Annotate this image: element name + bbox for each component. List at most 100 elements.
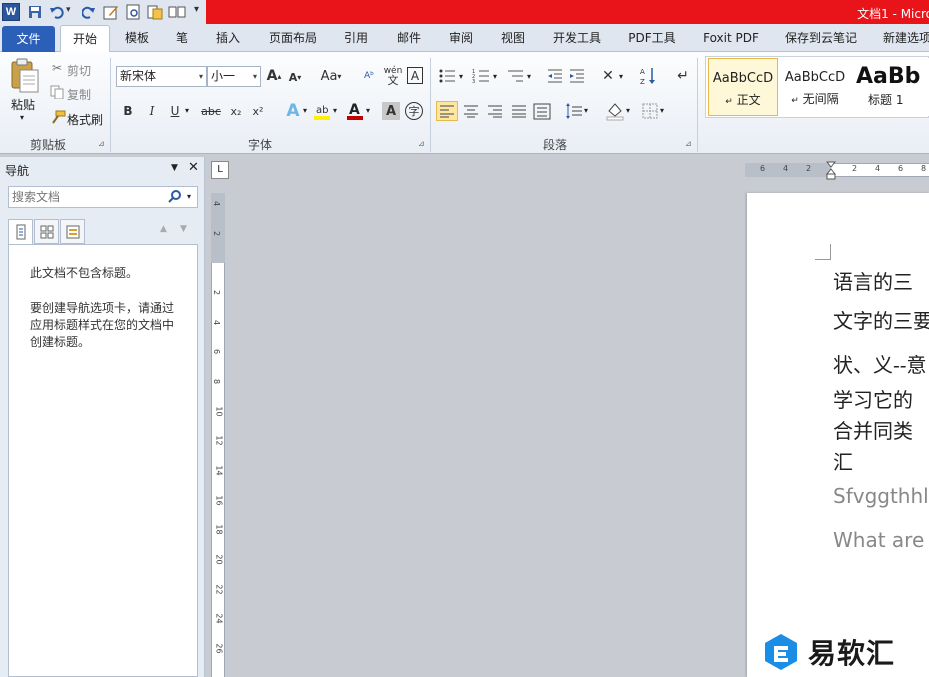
tab-mailings[interactable]: 邮件 [388,24,430,52]
document-icon[interactable] [146,3,164,21]
copy-icon[interactable] [50,85,64,100]
numbering-dropdown-icon[interactable]: ▾ [493,72,497,81]
clipboard-launcher-icon[interactable]: ⊿ [98,139,105,148]
underline-dropdown-icon[interactable]: ▾ [185,106,189,115]
tab-save-cloud-notes[interactable]: 保存到云笔记 [778,24,864,52]
tab-foxit-pdf[interactable]: Foxit PDF [696,24,766,52]
shading-dropdown-icon[interactable]: ▾ [626,106,630,115]
clear-format-icon[interactable]: Aᵇ [360,67,378,85]
tab-new-options[interactable]: 新建选项 [876,24,929,52]
superscript-icon[interactable]: x² [249,103,267,119]
text-effects-icon[interactable]: A [282,101,304,121]
style-heading-1[interactable]: AaBb 标题 1 [852,58,929,116]
tab-file[interactable]: 文件 [2,26,55,52]
document-line-8[interactable]: What are [833,528,929,552]
line-spacing-dropdown-icon[interactable]: ▾ [584,106,588,115]
style-no-spacing[interactable]: AaBbCcD ↵ 无间隔 [780,58,850,116]
distributed-icon[interactable] [533,102,551,120]
tab-home[interactable]: 开始 [60,25,110,53]
font-color-dropdown-icon[interactable]: ▾ [366,106,370,115]
shading-icon[interactable] [605,101,625,121]
nav-pane-options-icon[interactable]: ▼ [171,163,178,173]
align-center-icon[interactable] [462,102,480,120]
paste-icon[interactable] [8,58,40,94]
print-preview-icon[interactable] [124,3,142,21]
paste-button[interactable]: 粘贴 [11,96,35,113]
customize-quick-access-icon[interactable]: ▾ [194,4,199,15]
indent-marker-icon[interactable] [825,161,837,181]
sort-icon[interactable]: AZ [640,66,658,86]
cut-icon[interactable]: ✂ [50,61,64,75]
font-size-dropdown-icon[interactable]: ▾ [253,67,257,86]
tab-view[interactable]: 视图 [492,24,534,52]
tab-page-layout[interactable]: 页面布局 [262,24,324,52]
italic-icon[interactable]: I [144,103,160,119]
borders-icon[interactable] [641,102,659,120]
nav-tab-headings[interactable] [8,219,33,244]
nav-tab-results[interactable] [60,219,85,244]
character-shading-icon[interactable]: A [382,102,400,120]
borders-dropdown-icon[interactable]: ▾ [660,106,664,115]
line-spacing-icon[interactable] [565,102,583,120]
document-line-5[interactable]: 合并同类 [833,415,929,444]
align-left-button[interactable] [436,101,458,121]
underline-icon[interactable]: U [167,103,183,119]
paste-dropdown-icon[interactable]: ▾ [20,113,24,122]
chinese-layout-icon[interactable]: ✕ [598,67,618,85]
character-border-icon[interactable]: A [407,67,423,84]
tab-review[interactable]: 审阅 [440,24,482,52]
nav-tab-pages[interactable] [34,219,59,244]
align-right-icon[interactable] [486,102,504,120]
document-line-4[interactable]: 学习它的 [833,384,929,413]
tab-selector[interactable]: L [211,161,229,179]
edit-icon[interactable] [102,3,120,21]
document-line-2[interactable]: 文字的三要 [833,305,929,334]
cut-button[interactable]: 剪切 [67,62,91,79]
document-line-1[interactable]: 语言的三 [833,266,929,295]
document-line-6[interactable]: 汇 [833,446,929,475]
document-line-7[interactable]: Sfvggthhl [833,484,929,508]
multilevel-dropdown-icon[interactable]: ▾ [527,72,531,81]
copy-button[interactable]: 复制 [67,86,91,103]
increase-indent-icon[interactable] [568,68,586,84]
undo-dropdown-icon[interactable]: ▾ [66,5,71,15]
enclose-characters-icon[interactable]: 字 [405,102,423,120]
highlight-icon[interactable]: ab [312,101,332,121]
document-line-3[interactable]: 状、义--意 [833,349,929,378]
format-painter-icon[interactable] [50,110,66,124]
tab-pdf-tools[interactable]: PDF工具 [620,24,684,52]
phonetic-guide-icon[interactable]: wén 文 [382,66,404,87]
save-icon[interactable] [26,3,44,21]
font-size-combo[interactable]: 小一 ▾ [207,66,261,87]
font-launcher-icon[interactable]: ⊿ [418,139,425,148]
justify-icon[interactable] [510,102,528,120]
search-dropdown-icon[interactable]: ▾ [187,192,191,201]
paragraph-launcher-icon[interactable]: ⊿ [685,139,692,148]
strikethrough-icon[interactable]: abc [198,103,224,119]
search-icon[interactable] [168,189,182,203]
multilevel-list-icon[interactable] [506,68,526,84]
tab-insert[interactable]: 插入 [206,24,250,52]
next-result-icon[interactable]: ▼ [180,224,187,234]
grow-font-icon[interactable]: A ▴ [266,67,282,85]
format-painter-button[interactable]: 格式刷 [67,111,103,128]
numbering-icon[interactable]: 123 [472,68,492,85]
highlight-dropdown-icon[interactable]: ▾ [333,106,337,115]
tab-template[interactable]: 模板 [116,24,158,52]
subscript-icon[interactable]: x₂ [227,103,245,119]
shrink-font-icon[interactable]: A ▾ [288,69,302,85]
font-color-icon[interactable]: A [346,100,364,122]
tab-developer[interactable]: 开发工具 [546,24,608,52]
tab-pen[interactable]: 笔 [168,24,196,52]
show-marks-icon[interactable]: ↵ [676,67,690,85]
tab-references[interactable]: 引用 [336,24,376,52]
reading-icon[interactable] [168,3,186,21]
chinese-layout-dropdown-icon[interactable]: ▾ [619,72,623,81]
font-name-dropdown-icon[interactable]: ▾ [199,67,203,86]
close-icon[interactable]: ✕ [188,160,199,175]
bullets-dropdown-icon[interactable]: ▾ [459,72,463,81]
text-effects-dropdown-icon[interactable]: ▾ [303,106,307,115]
change-case-icon[interactable]: Aa ▾ [318,68,344,84]
redo-icon[interactable] [80,3,98,21]
previous-result-icon[interactable]: ▲ [160,224,167,234]
